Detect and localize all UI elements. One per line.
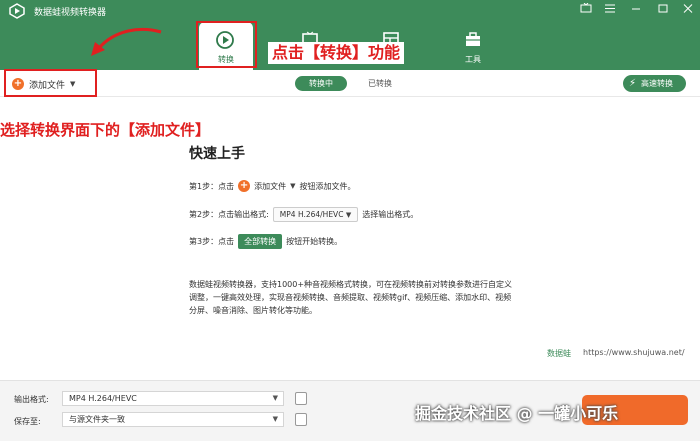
step2-suffix: 选择输出格式。 xyxy=(362,210,419,219)
window-title: 数据蛙视频转换器 xyxy=(34,8,107,18)
close-icon[interactable] xyxy=(680,3,696,17)
minimize-icon[interactable] xyxy=(628,3,644,17)
step1-prefix: 第1步：点击 xyxy=(189,181,235,191)
step2-prefix: 第2步：点击输出格式: xyxy=(189,210,269,219)
tab-converting[interactable]: 转换中 xyxy=(295,76,347,91)
watermark: 掘金技术社区 @ 一罐小可乐 xyxy=(415,404,619,423)
annotation-tab-hint: 点击【转换】功能 xyxy=(268,42,405,64)
annotation-arrow-icon xyxy=(91,27,162,56)
quickstart-step-2: 第2步：点击输出格式: MP4 H.264/HEVC ▼ 选择输出格式。 xyxy=(189,207,418,222)
chevron-down-icon: ▼ xyxy=(272,415,278,423)
step1-suffix: 按钮添加文件。 xyxy=(299,181,356,191)
toolbar xyxy=(0,70,700,97)
quickstart-step-1: 第1步：点击 + 添加文件 ▼ 按钮添加文件。 xyxy=(189,180,355,192)
add-file-highlight-box xyxy=(4,69,97,97)
chevron-down-icon: ▼ xyxy=(345,211,352,219)
output-format-label: 输出格式: xyxy=(14,395,49,404)
chevron-down-icon: ▼ xyxy=(290,182,296,190)
plus-icon: + xyxy=(238,180,251,192)
quickstart-step-3: 第3步：点击 全部转换 按钮开始转换。 xyxy=(189,234,342,249)
folder-icon[interactable] xyxy=(295,413,307,426)
format-settings-icon[interactable] xyxy=(295,392,307,405)
quickstart-title: 快速上手 xyxy=(189,146,245,162)
brand-name: 数据蛙 xyxy=(547,349,571,358)
chevron-down-icon: ▼ xyxy=(272,394,278,402)
lightning-icon: ⚡ xyxy=(629,78,637,89)
app-description: 数据蛙视频转换器，支持1000+种音视频格式转换，可在视频转换前对转换参数进行自… xyxy=(189,280,513,315)
step3-prefix: 第3步：点击 xyxy=(189,237,235,246)
save-to-value: 与源文件夹一致 xyxy=(69,415,125,424)
tab-highlight-box xyxy=(196,21,257,68)
output-format-select[interactable]: MP4 H.264/HEVC ▼ xyxy=(62,391,284,406)
tab-tools-label: 工具 xyxy=(465,55,481,64)
step2-format-pill[interactable]: MP4 H.264/HEVC ▼ xyxy=(272,207,359,222)
annotation-add-hint: 选择转换界面下的【添加文件】 xyxy=(0,121,211,139)
tab-tools[interactable]: 工具 xyxy=(447,22,499,70)
convert-all-pill[interactable]: 全部转换 xyxy=(238,234,283,249)
website-link[interactable]: https://www.shujuwa.net/ xyxy=(583,348,685,357)
step3-suffix: 按钮开始转换。 xyxy=(286,237,343,246)
maximize-icon[interactable] xyxy=(655,3,671,17)
speed-convert-button[interactable]: ⚡ 高速转换 xyxy=(623,75,686,92)
app-logo-icon xyxy=(9,3,25,19)
toolbox-icon xyxy=(466,32,480,46)
ad-icon[interactable] xyxy=(578,2,594,17)
menu-icon[interactable] xyxy=(602,3,618,17)
step1-button[interactable]: 添加文件 xyxy=(254,181,286,192)
output-format-value: MP4 H.264/HEVC xyxy=(69,394,137,403)
speed-convert-label: 高速转换 xyxy=(641,79,673,88)
save-to-label: 保存至: xyxy=(14,417,41,426)
tab-converted[interactable]: 已转换 xyxy=(356,76,404,91)
step2-format: MP4 H.264/HEVC xyxy=(279,210,344,219)
save-to-select[interactable]: 与源文件夹一致 ▼ xyxy=(62,412,284,427)
